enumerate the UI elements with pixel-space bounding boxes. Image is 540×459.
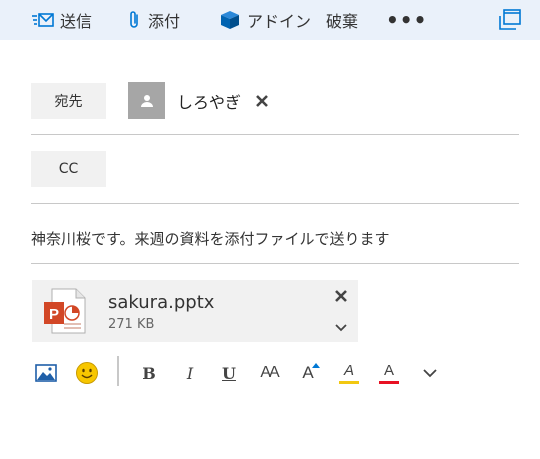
highlight-label: A — [343, 361, 354, 379]
popout-icon — [498, 9, 522, 35]
divider — [31, 134, 519, 135]
discard-button[interactable]: 破棄 — [326, 0, 358, 40]
attachment-filename: sakura.pptx — [108, 292, 215, 313]
underline-button[interactable]: U — [218, 358, 240, 388]
divider — [31, 263, 519, 264]
attachment-options-button[interactable] — [334, 318, 348, 337]
font-color-button[interactable]: A — [377, 358, 401, 388]
attachment-size: 271 KB — [108, 317, 155, 332]
addin-cube-icon — [219, 10, 241, 30]
insert-emoji-button[interactable] — [74, 358, 100, 388]
recipient-chip[interactable]: しろやぎ — [128, 82, 269, 119]
attachment-card[interactable]: P sakura.pptx 271 KB — [32, 280, 358, 342]
send-label: 送信 — [60, 12, 93, 31]
more-icon: ••• — [386, 8, 428, 32]
paperclip-icon — [128, 10, 142, 30]
font-size-button[interactable]: AA — [255, 358, 283, 388]
popout-button[interactable] — [498, 9, 522, 35]
addin-label: アドイン — [247, 12, 312, 31]
discard-label: 破棄 — [326, 12, 359, 31]
highlight-color-bar — [339, 380, 359, 384]
to-button[interactable]: 宛先 — [31, 83, 106, 119]
bold-button[interactable]: B — [138, 358, 160, 388]
close-icon — [256, 94, 268, 107]
powerpoint-file-icon: P — [42, 288, 86, 338]
grow-font-button[interactable]: A — [296, 358, 320, 388]
triangle-up-icon — [312, 363, 320, 368]
command-bar: 送信 添付 アドイン 破棄 ••• — [0, 0, 540, 40]
font-color-label: A — [383, 361, 394, 379]
more-button[interactable]: ••• — [386, 0, 427, 40]
italic-button[interactable]: I — [179, 358, 201, 388]
remove-attachment-button[interactable] — [334, 288, 348, 307]
image-icon — [35, 364, 57, 382]
attach-label: 添付 — [148, 12, 181, 31]
highlight-button[interactable]: A — [336, 358, 362, 388]
subject-field[interactable]: 神奈川桜です。来週の資料を添付ファイルで送ります — [31, 228, 390, 249]
toolbar-separator — [117, 356, 119, 386]
font-color-bar — [379, 380, 399, 384]
svg-text:P: P — [49, 306, 59, 323]
person-icon — [140, 94, 153, 107]
avatar — [128, 82, 165, 119]
insert-picture-button[interactable] — [34, 358, 58, 388]
emoji-icon — [76, 362, 98, 384]
envelope-send-icon — [32, 12, 54, 28]
remove-recipient-button[interactable] — [255, 94, 269, 108]
recipient-name: しろやぎ — [177, 92, 242, 112]
chevron-down-icon — [423, 369, 437, 378]
close-icon — [335, 290, 347, 302]
attach-button[interactable]: 添付 — [128, 0, 180, 40]
divider — [31, 203, 519, 204]
more-formatting-button[interactable] — [420, 358, 440, 388]
addin-button[interactable]: アドイン — [219, 0, 311, 40]
send-button[interactable]: 送信 — [32, 0, 92, 40]
cc-button[interactable]: CC — [31, 151, 106, 187]
chevron-down-icon — [335, 324, 347, 332]
